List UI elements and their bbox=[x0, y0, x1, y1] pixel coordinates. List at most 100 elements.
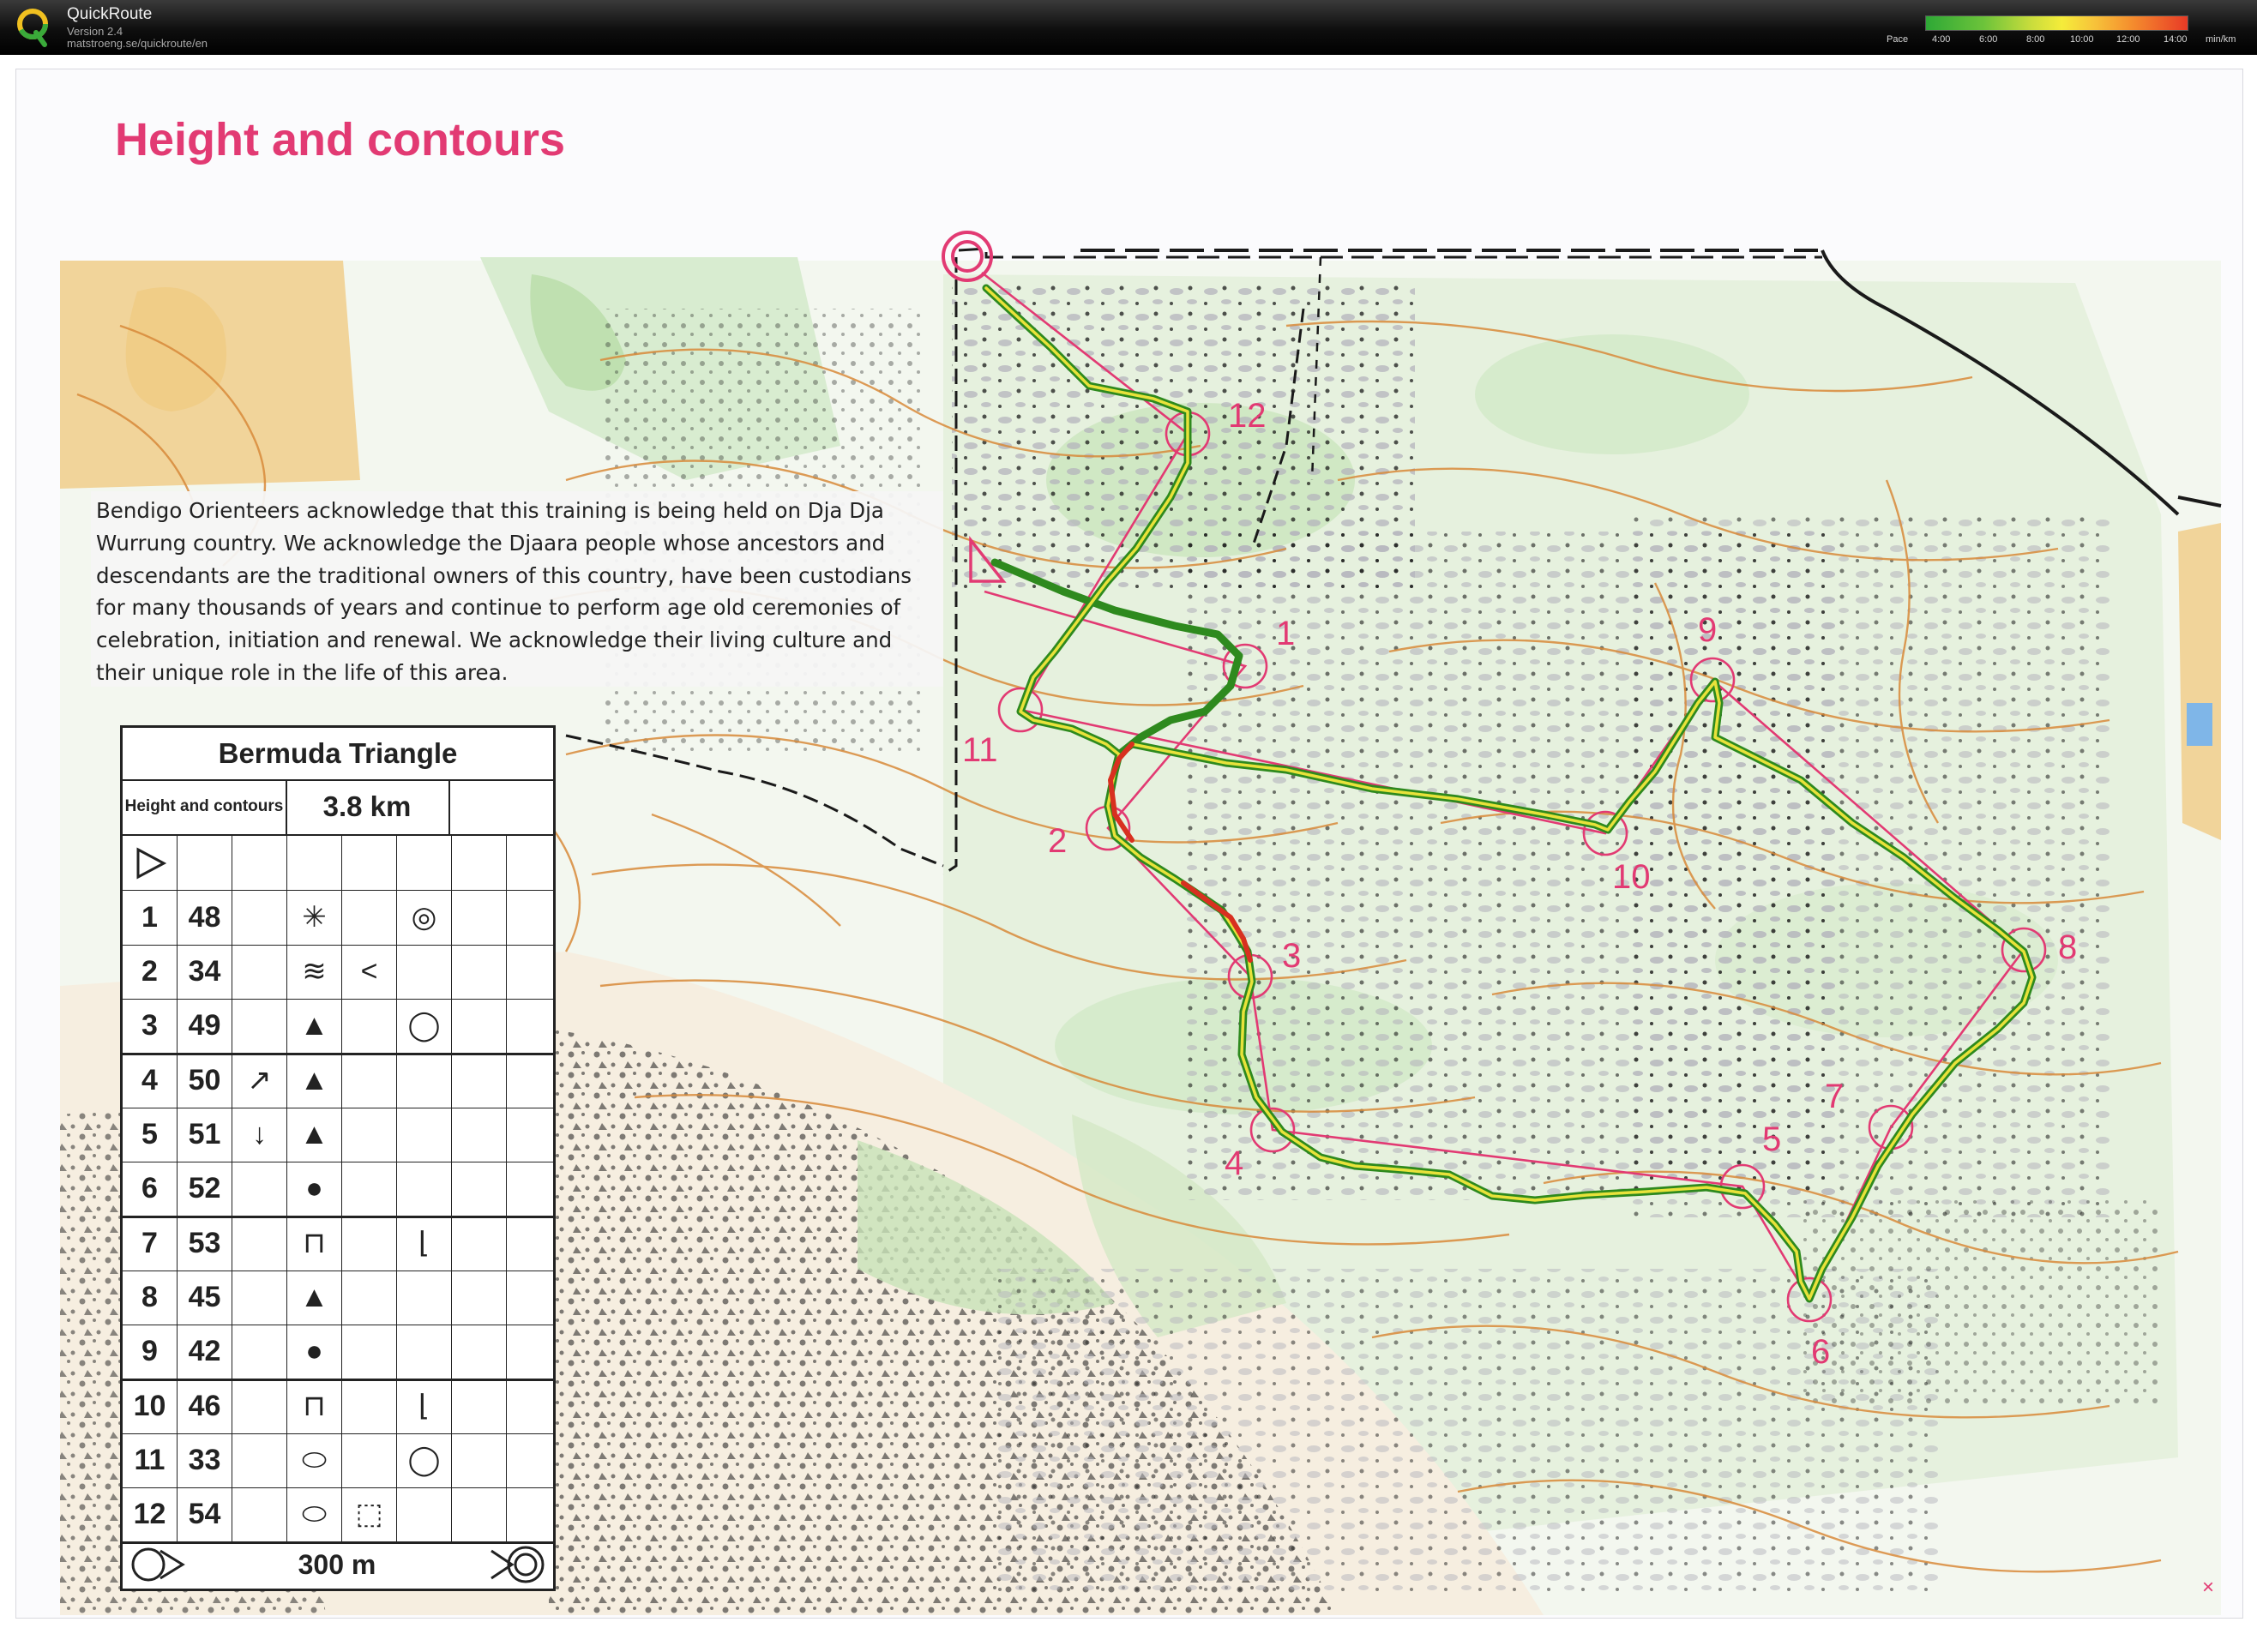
direction-symbol bbox=[232, 1379, 287, 1433]
control-row: 8 45 ▲ bbox=[123, 1271, 553, 1325]
acknowledgement-line: Wurrung country. We acknowledge the Djaa… bbox=[96, 530, 886, 556]
detail-symbol bbox=[342, 1325, 397, 1379]
close-icon[interactable]: × bbox=[2202, 1576, 2214, 1600]
direction-symbol bbox=[232, 999, 287, 1053]
card-title: Bermuda Triangle bbox=[123, 728, 553, 781]
blank-cell bbox=[452, 999, 507, 1053]
detail-symbol bbox=[342, 999, 397, 1053]
finish-from-control-icon bbox=[131, 1547, 185, 1582]
control-label-10: 10 bbox=[1612, 858, 1651, 896]
control-number: 2 bbox=[123, 945, 178, 999]
position-symbol: ◯ bbox=[397, 999, 452, 1053]
map-title: Height and contours bbox=[115, 114, 565, 165]
blank-cell bbox=[507, 1216, 553, 1271]
control-description-card: Bermuda Triangle Height and contours 3.8… bbox=[120, 725, 556, 1591]
detail-symbol: ⬚ bbox=[342, 1487, 397, 1541]
acknowledgement-line: for many thousands of years and continue… bbox=[96, 595, 901, 621]
blank-cell bbox=[452, 1487, 507, 1541]
acknowledgement-line: Bendigo Orienteers acknowledge that this… bbox=[96, 498, 884, 523]
feature-symbol: ≋ bbox=[287, 945, 342, 999]
control-number: 8 bbox=[123, 1271, 178, 1325]
control-row: 10 46 ⊓ ⌊ bbox=[123, 1379, 553, 1434]
control-number: 10 bbox=[123, 1379, 178, 1433]
blank-cell bbox=[452, 1379, 507, 1433]
control-number: 12 bbox=[123, 1487, 178, 1541]
position-symbol bbox=[397, 1325, 452, 1379]
acknowledgement-line: celebration, initiation and renewal. We … bbox=[96, 628, 893, 653]
control-label-9: 9 bbox=[1698, 611, 1717, 649]
feature-symbol: ⊓ bbox=[287, 1216, 342, 1271]
position-symbol bbox=[397, 1487, 452, 1541]
direction-symbol bbox=[232, 1325, 287, 1379]
direction-symbol bbox=[232, 1162, 287, 1216]
card-course-header: Height and contours 3.8 km bbox=[123, 779, 553, 836]
control-label-5: 5 bbox=[1762, 1120, 1781, 1158]
detail-symbol bbox=[342, 1108, 397, 1162]
position-symbol bbox=[397, 1271, 452, 1325]
control-code: 53 bbox=[178, 1216, 232, 1271]
blank-cell bbox=[507, 1487, 553, 1541]
control-number: 5 bbox=[123, 1108, 178, 1162]
direction-symbol: ↗ bbox=[232, 1054, 287, 1108]
start-triangle-icon bbox=[123, 836, 178, 890]
control-label-2: 2 bbox=[1048, 822, 1067, 860]
control-number: 4 bbox=[123, 1054, 178, 1108]
control-code: 48 bbox=[178, 891, 232, 945]
detail-symbol bbox=[342, 1433, 397, 1487]
direction-symbol bbox=[232, 1216, 287, 1271]
control-code: 42 bbox=[178, 1325, 232, 1379]
position-symbol bbox=[397, 1054, 452, 1108]
direction-symbol bbox=[232, 945, 287, 999]
control-row: 7 53 ⊓ ⌊ bbox=[123, 1216, 553, 1271]
blank-cell bbox=[507, 1379, 553, 1433]
direction-symbol bbox=[232, 1433, 287, 1487]
course-name: Height and contours bbox=[123, 779, 287, 834]
detail-symbol bbox=[342, 891, 397, 945]
start-row bbox=[123, 836, 553, 891]
blank-cell bbox=[452, 1325, 507, 1379]
feature-symbol: ⬭ bbox=[287, 1433, 342, 1487]
blank-cell bbox=[507, 1325, 553, 1379]
finish-distance: 300 m bbox=[298, 1549, 376, 1580]
control-label-6: 6 bbox=[1811, 1333, 1830, 1371]
position-symbol: ◎ bbox=[397, 891, 452, 945]
control-label-8: 8 bbox=[2058, 928, 2077, 966]
blank-cell bbox=[507, 999, 553, 1053]
acknowledgement-box: Bendigo Orienteers acknowledge that this… bbox=[91, 491, 943, 687]
blank-cell bbox=[452, 945, 507, 999]
control-row: 4 50 ↗ ▲ bbox=[123, 1054, 553, 1108]
control-row: 5 51 ↓ ▲ bbox=[123, 1108, 553, 1162]
direction-symbol bbox=[232, 1271, 287, 1325]
control-number: 6 bbox=[123, 1162, 178, 1216]
control-row: 9 42 ● bbox=[123, 1325, 553, 1381]
direction-symbol bbox=[232, 891, 287, 945]
control-code: 52 bbox=[178, 1162, 232, 1216]
acknowledgement-line: their unique role in the life of this ar… bbox=[96, 659, 509, 685]
blank-cell bbox=[507, 1054, 553, 1108]
control-label-12: 12 bbox=[1228, 397, 1267, 435]
control-code: 33 bbox=[178, 1433, 232, 1487]
control-row: 11 33 ⬭ ◯ bbox=[123, 1433, 553, 1488]
blank-cell bbox=[507, 1162, 553, 1216]
control-code: 45 bbox=[178, 1271, 232, 1325]
control-row: 2 34 ≋ < bbox=[123, 945, 553, 1000]
blank-cell bbox=[507, 1108, 553, 1162]
finish-circle-icon bbox=[491, 1546, 545, 1583]
feature-symbol: ▲ bbox=[287, 1054, 342, 1108]
control-code: 34 bbox=[178, 945, 232, 999]
blank-cell bbox=[507, 945, 553, 999]
blank-cell bbox=[507, 1433, 553, 1487]
feature-symbol: ▲ bbox=[287, 1271, 342, 1325]
direction-symbol: ↓ bbox=[232, 1108, 287, 1162]
control-number: 11 bbox=[123, 1433, 178, 1487]
feature-symbol: ▲ bbox=[287, 999, 342, 1053]
detail-symbol bbox=[342, 1162, 397, 1216]
control-label-3: 3 bbox=[1282, 937, 1301, 975]
blank-cell bbox=[452, 1108, 507, 1162]
detail-symbol bbox=[342, 1379, 397, 1433]
control-number: 1 bbox=[123, 891, 178, 945]
control-code: 49 bbox=[178, 999, 232, 1053]
position-symbol bbox=[397, 1108, 452, 1162]
control-row: 12 54 ⬭ ⬚ bbox=[123, 1487, 553, 1544]
feature-symbol: ✳ bbox=[287, 891, 342, 945]
